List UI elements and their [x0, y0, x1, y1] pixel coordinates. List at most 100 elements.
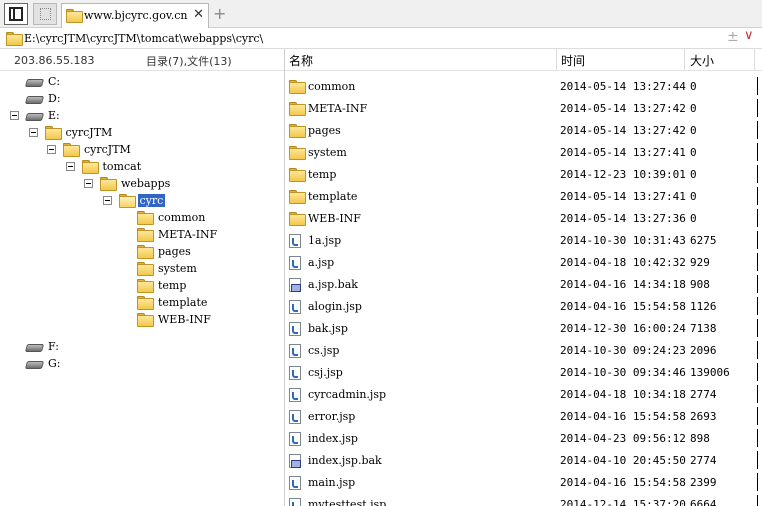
file-row[interactable]: a.jsp.bak 2014-04-16 14:34:18 908 — [285, 273, 762, 295]
file-size: 0 — [690, 168, 697, 181]
tree-node[interactable]: temp — [137, 277, 188, 293]
tree-node-label: common — [158, 210, 206, 224]
file-row[interactable]: a.jsp 2014-04-18 10:42:32 929 — [285, 251, 762, 273]
folder-icon — [289, 102, 306, 116]
column-name[interactable]: 名称 — [289, 52, 313, 69]
file-time: 2014-04-10 20:45:50 — [560, 454, 686, 467]
file-name: index.jsp.bak — [308, 454, 382, 467]
file-time: 2014-10-30 10:31:43 — [560, 234, 686, 247]
file-name: META-INF — [308, 102, 368, 115]
file-row[interactable]: pages 2014-05-14 13:27:42 0 — [285, 119, 762, 141]
tree-node[interactable]: WEB-INF — [137, 311, 213, 327]
file-row[interactable]: main.jsp 2014-04-16 15:54:58 2399 — [285, 471, 762, 493]
file-row[interactable]: alogin.jsp 2014-04-16 15:54:58 1126 — [285, 295, 762, 317]
tree-node[interactable]: cyrcJTM — [47, 141, 133, 157]
file-row[interactable]: 1a.jsp 2014-10-30 10:31:43 6275 — [285, 229, 762, 251]
tree-node[interactable]: tomcat — [65, 158, 144, 174]
file-row[interactable]: cs.jsp 2014-10-30 09:24:23 2096 — [285, 339, 762, 361]
collapse-icon[interactable] — [10, 110, 19, 120]
file-icon — [289, 344, 301, 358]
file-size: 7138 — [690, 322, 717, 335]
tree-node[interactable]: G: — [26, 355, 63, 371]
collapse-icon[interactable] — [65, 161, 75, 171]
file-time: 2014-05-14 13:27:41 — [560, 190, 686, 203]
panel-icon — [9, 7, 23, 21]
bookmark-icon[interactable]: ± — [727, 29, 739, 45]
blank-tab-button[interactable] — [33, 3, 57, 25]
file-name: error.jsp — [308, 410, 356, 423]
row-edge — [757, 473, 758, 491]
column-size[interactable]: 大小 — [690, 52, 714, 69]
file-row[interactable]: index.jsp 2014-04-23 09:56:12 898 — [285, 427, 762, 449]
column-separator[interactable] — [556, 49, 557, 71]
file-time: 2014-12-14 15:37:20 — [560, 498, 686, 506]
tree-node[interactable]: common — [137, 209, 207, 225]
collapse-icon[interactable] — [47, 144, 56, 154]
backup-file-icon — [289, 278, 301, 292]
file-row[interactable]: index.jsp.bak 2014-04-10 20:45:50 2774 — [285, 449, 762, 471]
tab-site[interactable]: www.bjcyrc.gov.cn ✕ — [61, 3, 209, 28]
file-row[interactable]: common 2014-05-14 13:27:44 0 — [285, 75, 762, 97]
row-edge — [757, 231, 758, 249]
file-time: 2014-04-18 10:42:32 — [560, 256, 686, 269]
collapse-icon[interactable] — [84, 178, 93, 188]
path-input[interactable] — [24, 30, 714, 46]
close-icon[interactable]: ✕ — [193, 7, 204, 22]
file-time: 2014-10-30 09:34:46 — [560, 366, 686, 379]
tree-node[interactable]: C: — [26, 73, 62, 89]
file-row[interactable]: error.jsp 2014-04-16 15:54:58 2693 — [285, 405, 762, 427]
tree-node[interactable]: webapps — [84, 175, 172, 191]
folder-icon — [289, 146, 306, 160]
file-time: 2014-05-14 13:27:36 — [560, 212, 686, 225]
folder-icon — [137, 245, 154, 259]
file-row[interactable]: temp 2014-12-23 10:39:01 0 — [285, 163, 762, 185]
tree-node[interactable]: system — [137, 260, 199, 276]
left-header: 203.86.55.183 目录(7),文件(13) — [0, 49, 284, 71]
folder-icon — [289, 168, 306, 182]
collapse-icon[interactable] — [102, 195, 112, 205]
file-icon — [289, 300, 301, 314]
chevron-down-icon[interactable]: ∨ — [744, 28, 754, 43]
file-row[interactable]: mytesttest.jsp 2014-12-14 15:37:20 6664 — [285, 493, 762, 506]
tree-node[interactable]: META-INF — [137, 226, 219, 242]
row-edge — [757, 99, 758, 117]
tree-node-label: META-INF — [158, 227, 218, 241]
file-icon — [289, 476, 301, 490]
row-edge — [757, 165, 758, 183]
file-row[interactable]: cyrcadmin.jsp 2014-04-18 10:34:18 2774 — [285, 383, 762, 405]
file-size: 6275 — [690, 234, 717, 247]
tree-node[interactable]: template — [137, 294, 209, 310]
file-row[interactable]: WEB-INF 2014-05-14 13:27:36 0 — [285, 207, 762, 229]
row-edge — [757, 341, 758, 359]
column-separator[interactable] — [754, 49, 755, 71]
file-row[interactable]: bak.jsp 2014-12-30 16:00:24 7138 — [285, 317, 762, 339]
row-edge — [757, 297, 758, 315]
drive-icon — [26, 93, 42, 103]
column-separator[interactable] — [684, 49, 685, 71]
tree-node[interactable]: pages — [137, 243, 193, 259]
file-row[interactable]: system 2014-05-14 13:27:41 0 — [285, 141, 762, 163]
tree-node[interactable]: E: — [10, 107, 62, 123]
row-edge — [757, 385, 758, 403]
tree-node[interactable]: cyrc — [102, 192, 166, 208]
file-time: 2014-04-16 15:54:58 — [560, 410, 686, 423]
file-name: template — [308, 190, 358, 203]
column-time[interactable]: 时间 — [561, 52, 585, 69]
tab-bar: www.bjcyrc.gov.cn ✕ + — [0, 0, 762, 28]
tree-node[interactable]: D: — [26, 90, 63, 106]
tree-node[interactable]: F: — [26, 338, 61, 354]
row-edge — [757, 275, 758, 293]
address-bar: ± ∨ — [0, 28, 762, 49]
panel-toggle-button[interactable] — [4, 3, 28, 25]
file-row[interactable]: csj.jsp 2014-10-30 09:34:46 139006 — [285, 361, 762, 383]
file-icon — [289, 256, 301, 270]
file-name: cs.jsp — [308, 344, 340, 357]
backup-file-icon — [289, 454, 301, 468]
new-tab-icon[interactable]: + — [213, 4, 226, 23]
file-row[interactable]: template 2014-05-14 13:27:41 0 — [285, 185, 762, 207]
file-icon — [289, 388, 301, 402]
tree-node[interactable]: cyrcJTM — [28, 124, 115, 140]
file-row[interactable]: META-INF 2014-05-14 13:27:42 0 — [285, 97, 762, 119]
tree-node-label: WEB-INF — [158, 312, 211, 326]
collapse-icon[interactable] — [28, 127, 38, 137]
